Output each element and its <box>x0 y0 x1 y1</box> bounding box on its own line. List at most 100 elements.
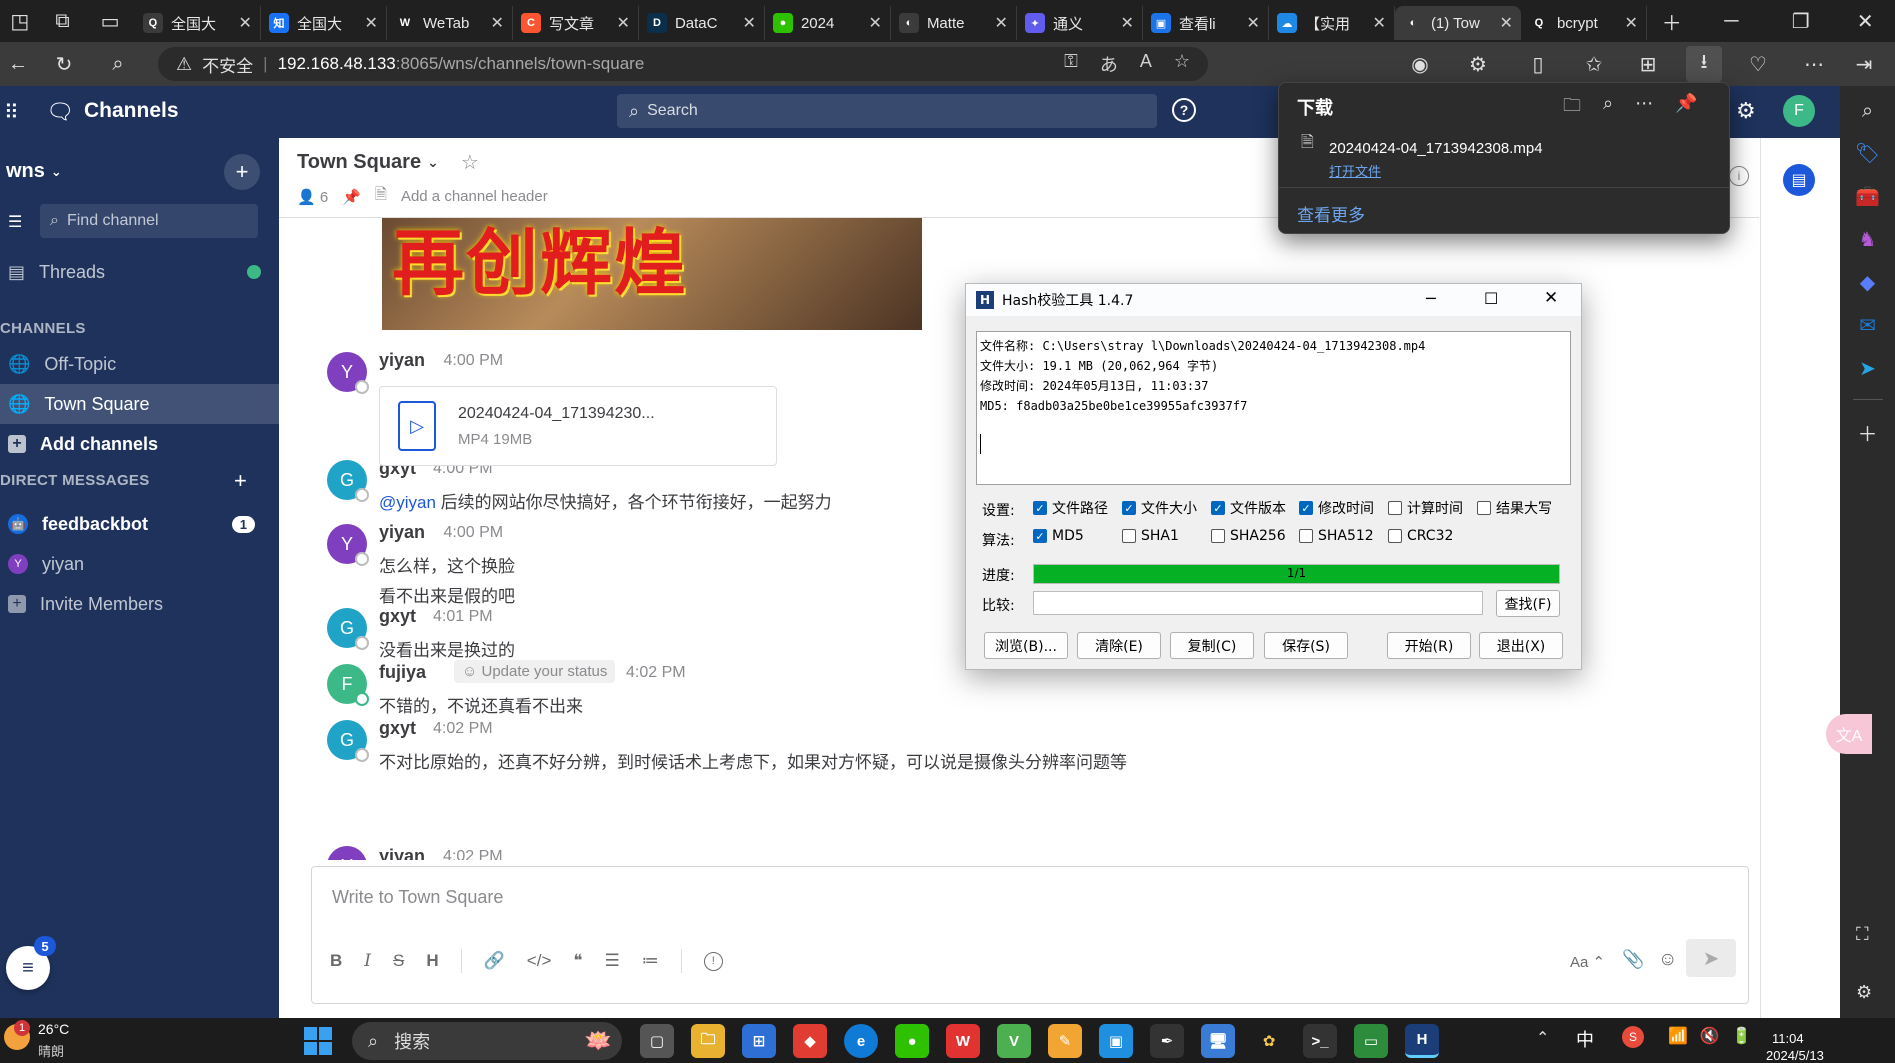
channel-title-button[interactable]: Town Square ⌄ ☆ <box>297 150 479 175</box>
add-channel-header-link[interactable]: Add a channel header <box>401 188 548 205</box>
product-menu-icon[interactable]: ⠿ <box>4 100 19 125</box>
outlook-icon[interactable]: ✉ <box>1859 313 1876 338</box>
file-attachment[interactable]: ▷ 20240424-04_171394230... MP4 19MB <box>379 386 777 466</box>
checkbox-setting[interactable]: ✓ 修改时间 <box>1299 498 1374 518</box>
checkbox-setting[interactable]: 计算时间 <box>1388 498 1463 518</box>
checkbox-algorithm[interactable]: SHA256 <box>1211 528 1286 544</box>
format-toggle[interactable]: Aa ⌃ <box>1570 953 1605 971</box>
italic-icon[interactable]: I <box>364 951 371 971</box>
link-icon[interactable]: 🔗 <box>484 951 505 971</box>
avatar[interactable]: Y <box>327 846 367 860</box>
copilot-icon[interactable]: ◆ <box>1860 270 1875 295</box>
start-button[interactable] <box>304 1027 332 1055</box>
exit-button[interactable]: 退出(X) <box>1479 632 1563 659</box>
workspaces-icon[interactable]: ◳ <box>0 3 40 39</box>
tab[interactable]: D DataC ✕ <box>639 6 765 40</box>
post-author[interactable]: yiyan <box>379 846 425 860</box>
post-author[interactable]: gxyt <box>379 606 416 627</box>
avatar[interactable]: F <box>327 664 369 706</box>
post-time[interactable]: 4:00 PM <box>444 352 504 370</box>
find-button[interactable]: 查找(F) <box>1496 590 1560 617</box>
tab[interactable]: ▣ 查看li ✕ <box>1143 6 1269 40</box>
battery-icon[interactable]: 🔋 <box>1732 1026 1752 1046</box>
tab[interactable]: Q 全国大 ✕ <box>135 6 261 40</box>
checkbox-setting[interactable]: ✓ 文件大小 <box>1122 498 1197 518</box>
checkbox-setting[interactable]: ✓ 文件路径 <box>1033 498 1108 518</box>
send-button[interactable]: ➤ <box>1686 939 1736 977</box>
screenshot-icon[interactable]: ⛶ <box>1856 924 1869 945</box>
avatar[interactable]: G <box>327 608 369 650</box>
checkbox-box[interactable] <box>1299 529 1313 543</box>
add-channels-button[interactable]: + Add channels <box>0 424 279 464</box>
post-time[interactable]: 4:01 PM <box>433 608 493 626</box>
sidebar-item-yiyan[interactable]: Y yiyan <box>0 544 279 584</box>
video-thumbnail[interactable]: 再创辉煌 <box>382 218 922 330</box>
checkbox-box[interactable] <box>1388 529 1402 543</box>
heading-icon[interactable]: H <box>426 951 438 971</box>
dm-section-header[interactable]: DIRECT MESSAGES <box>0 472 150 489</box>
minimize-window-button[interactable]: ─ <box>1697 3 1766 39</box>
checkbox-algorithm[interactable]: SHA1 <box>1122 528 1179 544</box>
boards-icon[interactable]: ▤ <box>1783 164 1815 196</box>
checkbox-box[interactable]: ✓ <box>1033 529 1047 543</box>
bulleted-list-icon[interactable]: ☰ <box>605 951 620 971</box>
save-button[interactable]: 保存(S) <box>1264 632 1348 659</box>
settings-gear-icon[interactable]: ⚙ <box>1736 98 1756 124</box>
checkbox-algorithm[interactable]: ✓ MD5 <box>1033 528 1084 544</box>
checkbox-box[interactable] <box>1477 501 1491 515</box>
tray-overflow-icon[interactable]: ⌃ <box>1536 1028 1549 1048</box>
collections-toolbar-icon[interactable]: ⊞ <box>1630 46 1666 82</box>
minimize-button[interactable]: ─ <box>1426 289 1436 308</box>
tab-close-icon[interactable]: ✕ <box>1373 13 1386 33</box>
avatar[interactable]: G <box>327 460 369 502</box>
clock-time[interactable]: 11:04 <box>1772 1031 1804 1046</box>
close-button[interactable]: ✕ <box>1544 288 1558 308</box>
bold-icon[interactable]: B <box>330 951 342 971</box>
members-button[interactable]: 👤 6 <box>297 188 328 206</box>
vertical-tabs-icon[interactable]: ▭ <box>85 3 135 39</box>
post[interactable]: Ffujiya ☺ Update your status 4:02 PM 不错的，不说… <box>279 660 1759 722</box>
team-menu[interactable]: wns ⌄ <box>6 160 62 183</box>
translate-float-icon[interactable]: 文A <box>1826 714 1872 754</box>
tab-close-icon[interactable]: ✕ <box>1500 13 1513 33</box>
window-titlebar[interactable]: H Hash校验工具 1.4.7 ─ ☐ ✕ <box>966 284 1581 316</box>
favorite-star-icon[interactable]: ☆ <box>1174 51 1190 77</box>
avatar[interactable]: Y <box>327 352 369 394</box>
view-more-link[interactable]: 查看更多 <box>1297 201 1365 226</box>
refresh-icon[interactable]: ↻ <box>46 46 82 82</box>
search-box[interactable]: ⌕ Search <box>617 94 1157 128</box>
code-icon[interactable]: </> <box>527 951 552 971</box>
checkbox-algorithm[interactable]: CRC32 <box>1388 528 1453 544</box>
back-icon[interactable]: ← <box>0 46 36 82</box>
post[interactable]: Ggxyt 4:02 PM 不对比原始的，还真不好分辨，到时候话术上考虑下，如果对方… <box>279 718 1759 778</box>
checkbox-box[interactable]: ✓ <box>1122 501 1136 515</box>
copy-button[interactable]: 复制(C) <box>1170 632 1254 659</box>
add-dm-button[interactable]: + <box>234 468 247 494</box>
emoji-icon[interactable]: ☺ <box>1658 949 1677 971</box>
games-icon[interactable]: ♞ <box>1859 227 1877 252</box>
extension-icon[interactable]: ◉ <box>1402 46 1438 82</box>
sidebar-item-off-topic[interactable]: 🌐 Off-Topic <box>0 344 279 384</box>
channel-info-icon[interactable]: i <box>1729 166 1749 186</box>
settings-gear-icon[interactable]: ⚙ <box>1856 982 1872 1003</box>
avatar[interactable]: G <box>327 720 369 762</box>
sidebar-item-feedbackbot[interactable]: 🤖 feedbackbot 1 <box>0 504 279 544</box>
file-icon[interactable]: 🗎 <box>375 184 387 209</box>
maximize-window-button[interactable]: ❐ <box>1766 3 1835 39</box>
notes-icon[interactable]: ✎ <box>1048 1024 1082 1058</box>
search-icon[interactable]: ⌕ <box>1862 100 1873 123</box>
sidebar-item-town-square[interactable]: 🌐 Town Square <box>0 384 279 424</box>
checkbox-box[interactable] <box>1388 501 1402 515</box>
favorites-icon[interactable]: ✩ <box>1576 46 1612 82</box>
tools-icon[interactable]: 🧰 <box>1855 184 1880 209</box>
invite-members-button[interactable]: + Invite Members <box>0 584 279 624</box>
post-time[interactable]: 4:02 PM <box>443 848 503 860</box>
add-icon[interactable]: ＋ <box>1858 418 1878 447</box>
weather-sun-icon[interactable]: 1 <box>4 1020 30 1050</box>
tag-icon[interactable]: 🏷 <box>1855 141 1880 166</box>
tray-app-icon[interactable]: S <box>1622 1026 1644 1048</box>
tab-close-icon[interactable]: ✕ <box>239 13 252 33</box>
address-bar[interactable]: ⚠ 不安全 | 192.168.48.133:8065/wns/channels… <box>158 47 1208 81</box>
edge-icon[interactable]: e <box>844 1024 878 1058</box>
compare-input[interactable] <box>1033 591 1483 615</box>
